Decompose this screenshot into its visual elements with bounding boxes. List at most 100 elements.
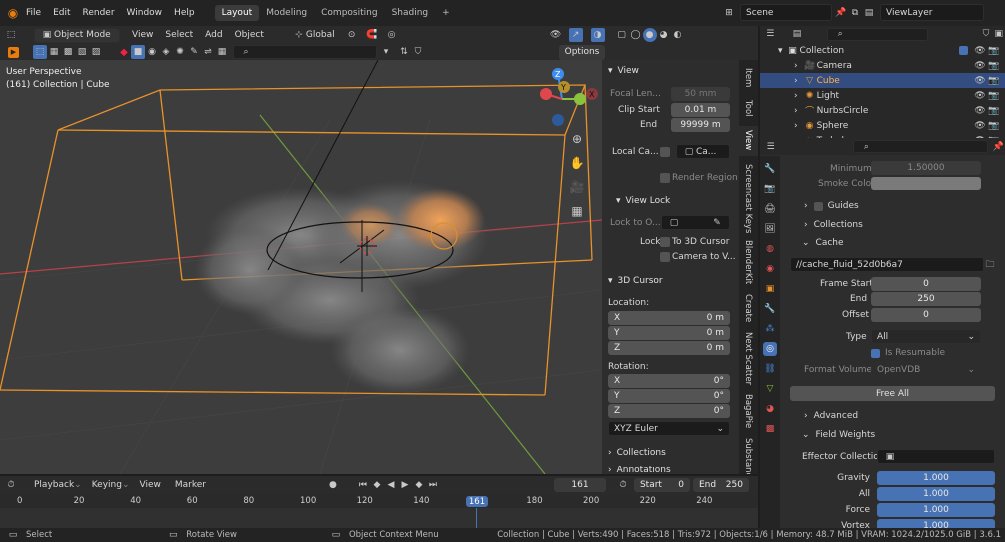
- eye-icon[interactable]: 👁: [973, 119, 987, 133]
- jump-start-icon[interactable]: ⏮: [356, 478, 370, 492]
- texture-tab-icon[interactable]: ▩: [763, 422, 777, 436]
- world-tab-icon[interactable]: ◉: [763, 262, 777, 276]
- lock-to-cursor-checkbox[interactable]: [660, 237, 670, 247]
- collections-panel-header[interactable]: › Collections: [804, 220, 863, 230]
- camera-view-icon[interactable]: 🎥: [568, 178, 586, 196]
- select-mode-extend-icon[interactable]: ▩: [61, 45, 75, 59]
- cursor-rotation-z[interactable]: Z 0°: [608, 404, 730, 418]
- material-shading-icon[interactable]: ◕: [657, 28, 671, 42]
- include-checkbox[interactable]: [959, 45, 968, 55]
- cache-type-select[interactable]: All ⌄: [871, 329, 981, 344]
- tab-bagapie[interactable]: BagaPie: [743, 394, 753, 428]
- gizmo-toggle-icon[interactable]: ↗: [568, 28, 583, 42]
- effector-collection-field[interactable]: ▣: [877, 449, 995, 464]
- select-menu[interactable]: Select: [165, 30, 193, 40]
- cursor-location-z[interactable]: Z 0 m: [608, 341, 730, 355]
- select-box-icon[interactable]: ⬚: [33, 45, 47, 59]
- prev-key-icon[interactable]: ◆: [370, 478, 384, 492]
- cursor-location-x[interactable]: X 0 m: [608, 311, 730, 325]
- tab-compositing[interactable]: Compositing: [314, 5, 384, 21]
- start-frame-field[interactable]: Start 0: [633, 478, 690, 492]
- render-camera-icon[interactable]: 📷: [987, 89, 1001, 103]
- snap-icon[interactable]: 🧲: [365, 28, 379, 42]
- collections-panel-header[interactable]: › Collections: [608, 448, 666, 458]
- marker-menu[interactable]: Marker: [175, 480, 206, 490]
- smoke-color-swatch[interactable]: [871, 177, 981, 190]
- jump-end-icon[interactable]: ⏭: [426, 478, 440, 492]
- editor-type-icon[interactable]: ☰: [764, 140, 777, 154]
- keying-menu[interactable]: Keying: [92, 480, 122, 490]
- overlay-toggle-icon[interactable]: ◑: [590, 28, 605, 42]
- blender-logo-icon[interactable]: ◉: [6, 6, 20, 20]
- constraints-tab-icon[interactable]: ⛓: [763, 362, 777, 376]
- outliner-collection-row[interactable]: ▾ ▣ Collection 👁 📷: [760, 43, 1005, 58]
- render-tab-icon[interactable]: 📷: [763, 182, 777, 196]
- record-icon[interactable]: ●: [326, 478, 340, 492]
- field-weights-panel-header[interactable]: ⌄ Field Weights: [802, 430, 875, 440]
- outliner-item-camera[interactable]: › 🎥 Camera 👁 📷: [760, 58, 1005, 73]
- new-collection-icon[interactable]: ▣: [992, 27, 1005, 41]
- select-mode-invert-icon[interactable]: ▨: [89, 45, 103, 59]
- preview-range-icon[interactable]: ⏱: [616, 478, 630, 492]
- render-camera-icon[interactable]: 📷: [987, 119, 1001, 133]
- addon-mirror-icon[interactable]: ⇌: [201, 45, 215, 59]
- pin-icon[interactable]: 📌: [834, 6, 848, 20]
- tab-tool[interactable]: Tool: [743, 100, 753, 117]
- format-volumes-select[interactable]: OpenVDB ⌄: [871, 362, 981, 377]
- wireframe-shading-icon[interactable]: ◯: [629, 28, 643, 42]
- editor-type-icon[interactable]: ☰: [764, 27, 777, 41]
- search-field[interactable]: ⌕: [233, 45, 377, 59]
- folder-icon[interactable]: 🗀: [983, 258, 997, 272]
- navigation-gizmo[interactable]: Z Y X: [520, 66, 600, 130]
- timeline-view-menu[interactable]: View: [140, 480, 161, 490]
- lock-camera-checkbox[interactable]: [660, 252, 670, 262]
- data-tab-icon[interactable]: ▽: [763, 382, 777, 396]
- tab-blenderkit[interactable]: BlenderKit: [743, 240, 753, 284]
- sort-icon[interactable]: ⇅: [397, 45, 411, 59]
- view-layer-selector[interactable]: ViewLayer: [880, 4, 984, 21]
- object-menu[interactable]: Object: [235, 30, 264, 40]
- play-reverse-icon[interactable]: ◀: [384, 478, 398, 492]
- 3d-viewport[interactable]: User Perspective (161) Collection | Cube…: [0, 60, 602, 474]
- object-tab-icon[interactable]: ▣: [763, 282, 777, 296]
- cursor-location-y[interactable]: Y 0 m: [608, 326, 730, 340]
- rendered-shading-icon[interactable]: ◐: [671, 28, 685, 42]
- mode-selector[interactable]: ▣ Object Mode: [34, 27, 120, 43]
- tab-view[interactable]: View: [743, 130, 753, 150]
- outliner-item-light[interactable]: › ✺ Light 👁 📷: [760, 88, 1005, 103]
- expand-icon[interactable]: ›: [794, 106, 798, 116]
- render-camera-icon[interactable]: 📷: [987, 59, 1001, 73]
- lock-to-object-field[interactable]: ▢ ✎: [661, 215, 730, 230]
- addon-grid-icon[interactable]: ▦: [215, 45, 229, 59]
- tab-next-scatter[interactable]: Next Scatter: [743, 332, 753, 385]
- eye-icon[interactable]: 👁: [973, 89, 987, 103]
- addon-cube-icon[interactable]: ◆: [117, 45, 131, 59]
- zoom-icon[interactable]: ⊕: [568, 130, 586, 148]
- pan-hand-icon[interactable]: ✋: [568, 154, 586, 172]
- transform-orientation[interactable]: Global: [306, 30, 335, 40]
- is-resumable-checkbox[interactable]: [871, 348, 880, 358]
- eyedropper-icon[interactable]: ✎: [710, 216, 724, 230]
- addon-edit-icon[interactable]: ✎: [187, 45, 201, 59]
- select-mode-subtract-icon[interactable]: ▧: [75, 45, 89, 59]
- select-mode-set-icon[interactable]: ▦: [47, 45, 61, 59]
- addon-sphere-icon[interactable]: ◉: [145, 45, 159, 59]
- guides-checkbox[interactable]: [813, 201, 823, 211]
- tab-screencast-keys[interactable]: Screencast Keys: [743, 164, 753, 233]
- tab-create[interactable]: Create: [743, 294, 753, 322]
- menu-render[interactable]: Render: [83, 8, 115, 18]
- cursor-panel-header[interactable]: ▾ 3D Cursor: [608, 276, 663, 286]
- clip-start-field[interactable]: 0.01 m: [671, 103, 730, 117]
- weight-all-slider[interactable]: 1.000: [877, 487, 995, 501]
- cursor-rotation-y[interactable]: Y 0°: [608, 389, 730, 403]
- modifier-tab-icon[interactable]: 🔧: [763, 302, 777, 316]
- view-layer-tab-icon[interactable]: 🖼: [763, 222, 777, 236]
- frame-start-field[interactable]: 0: [871, 277, 981, 291]
- filter-icon[interactable]: ⛉: [980, 27, 993, 41]
- physics-tab-icon[interactable]: ◎: [763, 342, 777, 356]
- current-frame-field[interactable]: 161: [553, 478, 606, 492]
- cache-panel-header[interactable]: ⌄ Cache: [802, 238, 844, 248]
- outliner-item-nurbscircle[interactable]: › ⌒ NurbsCircle 👁 📷: [760, 103, 1005, 118]
- particles-tab-icon[interactable]: ⁂: [763, 322, 777, 336]
- frame-end-field[interactable]: 250: [871, 292, 981, 306]
